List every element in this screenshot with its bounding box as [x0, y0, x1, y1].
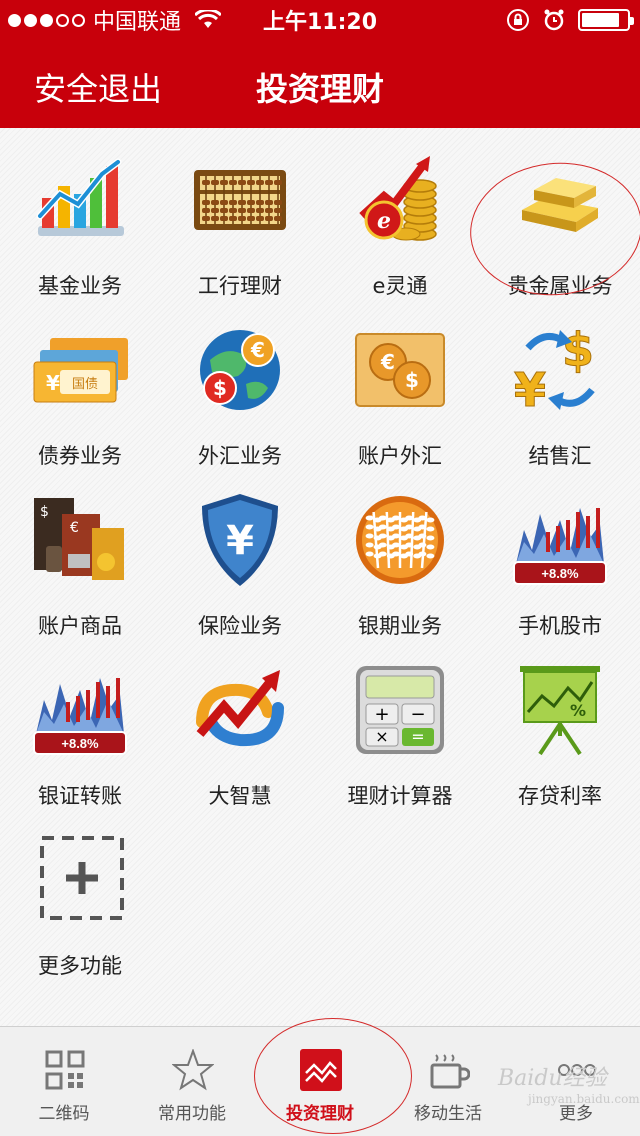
menu-item-label: 工行理财	[198, 274, 282, 298]
wifi-icon	[195, 10, 222, 28]
yen-dollar-exchange-icon: ¥ $	[510, 320, 610, 420]
svg-text:¥: ¥	[46, 371, 60, 395]
investment-icon	[300, 1049, 342, 1091]
svg-text:$: $	[562, 323, 594, 377]
signal-strength-icon	[8, 13, 85, 27]
forex-globe-icon: € $	[190, 320, 290, 420]
qr-code-icon	[44, 1049, 86, 1091]
menu-item-label: 保险业务	[198, 614, 282, 638]
stock-chart-icon: +8.8%	[510, 490, 610, 590]
svg-text:€: €	[380, 350, 395, 374]
svg-text:$: $	[213, 376, 227, 400]
svg-text:¥: ¥	[226, 518, 254, 564]
battery-icon	[578, 9, 634, 31]
app-header: 安全退出 投资理财	[0, 40, 640, 128]
menu-item-label: 债券业务	[38, 444, 122, 468]
tab-item[interactable]: 投资理财	[256, 1027, 384, 1136]
menu-item[interactable]: 银期业务	[320, 468, 480, 638]
stock-chart-icon: +8.8%	[30, 660, 130, 760]
menu-item[interactable]: € $ 外汇业务	[160, 298, 320, 468]
tab-item[interactable]: 常用功能	[128, 1027, 256, 1136]
menu-item-label: 基金业务	[38, 274, 122, 298]
menu-item-label: 账户商品	[38, 614, 122, 638]
menu-item[interactable]: e e灵通	[320, 128, 480, 298]
wheat-icon	[350, 490, 450, 590]
yen-shield-icon: ¥	[190, 490, 290, 590]
menu-item[interactable]: € $ 账户外汇	[320, 298, 480, 468]
menu-item[interactable]: ¥ 保险业务	[160, 468, 320, 638]
svg-text:+: +	[374, 704, 389, 725]
orientation-lock-icon	[507, 9, 529, 31]
menu-grid-area: 基金业务 工行理财 e e灵通 贵金属业务 ¥ 国债 债券业务 € $ 外汇业务…	[0, 128, 640, 1026]
menu-item[interactable]: ¥ 国债 债券业务	[0, 298, 160, 468]
menu-item-label: 外汇业务	[198, 444, 282, 468]
tab-item[interactable]: 二维码	[0, 1027, 128, 1136]
menu-item[interactable]: $ € 账户商品	[0, 468, 160, 638]
carrier-name: 中国联通	[93, 10, 182, 35]
tab-label: 常用功能	[158, 1104, 226, 1124]
menu-item-label: 银证转账	[38, 784, 122, 808]
e-coins-icon: e	[350, 150, 450, 250]
menu-item[interactable]: 工行理财	[160, 128, 320, 298]
svg-text:e: e	[377, 208, 391, 234]
svg-text:€: €	[70, 520, 79, 536]
menu-item[interactable]: ¥ $ 结售汇	[480, 298, 640, 468]
menu-item[interactable]: + − × = 理财计算器	[320, 638, 480, 808]
tab-label: 移动生活	[414, 1104, 482, 1124]
alarm-icon	[544, 9, 564, 31]
tab-label: 二维码	[38, 1104, 90, 1124]
menu-item[interactable]: 大智慧	[160, 638, 320, 808]
svg-text:−: −	[410, 704, 425, 725]
gold-bars-icon	[510, 150, 610, 250]
svg-text:+8.8%: +8.8%	[541, 566, 579, 581]
status-bar: 中国联通 上午11:20	[0, 0, 640, 40]
svg-text:¥: ¥	[514, 363, 546, 417]
menu-item[interactable]: % 存贷利率	[480, 638, 640, 808]
percent-easel-icon: %	[510, 660, 610, 760]
svg-text:国债: 国债	[72, 377, 98, 392]
abacus-icon	[190, 150, 290, 250]
coffee-cup-icon	[428, 1049, 471, 1091]
menu-item-label: 结售汇	[528, 444, 592, 468]
menu-item-label: 账户外汇	[358, 444, 442, 468]
menu-item[interactable]: 基金业务	[0, 128, 160, 298]
tab-item[interactable]: 移动生活	[384, 1027, 512, 1136]
fund-chart-icon	[30, 150, 130, 250]
svg-text:×: ×	[375, 727, 388, 746]
svg-text:$: $	[405, 368, 419, 392]
menu-item-label: e灵通	[372, 274, 428, 298]
arrow-swirl-icon	[190, 660, 290, 760]
calculator-icon: + − × =	[350, 660, 450, 760]
menu-item-label: 理财计算器	[347, 784, 453, 808]
menu-item-label: 更多功能	[38, 954, 122, 978]
svg-text:$: $	[40, 504, 49, 520]
tab-label: 投资理财	[286, 1104, 354, 1124]
svg-text:=: =	[411, 727, 424, 746]
svg-text:+8.8%: +8.8%	[61, 736, 99, 751]
currency-coins-icon: € $	[350, 320, 450, 420]
menu-item-label: 存贷利率	[518, 784, 602, 808]
menu-item[interactable]: 贵金属业务	[480, 128, 640, 298]
menu-item-label: 银期业务	[358, 614, 442, 638]
bond-notes-icon: ¥ 国债	[30, 320, 130, 420]
menu-item[interactable]: +8.8% 手机股市	[480, 468, 640, 638]
star-icon	[171, 1048, 215, 1091]
menu-item-label: 手机股市	[518, 614, 602, 638]
svg-text:€: €	[250, 338, 265, 362]
page-title: 投资理财	[255, 70, 384, 108]
menu-item-label: 贵金属业务	[507, 274, 613, 298]
commodities-icon: $ €	[30, 490, 130, 590]
menu-item[interactable]: +8.8% 银证转账	[0, 638, 160, 808]
menu-item[interactable]: 更多功能	[0, 808, 160, 978]
svg-text:%: %	[570, 701, 586, 720]
add-more-icon	[30, 830, 130, 930]
watermark: Baidu经验 jingyan.baidu.com	[498, 1066, 640, 1106]
menu-item-label: 大智慧	[208, 784, 272, 808]
